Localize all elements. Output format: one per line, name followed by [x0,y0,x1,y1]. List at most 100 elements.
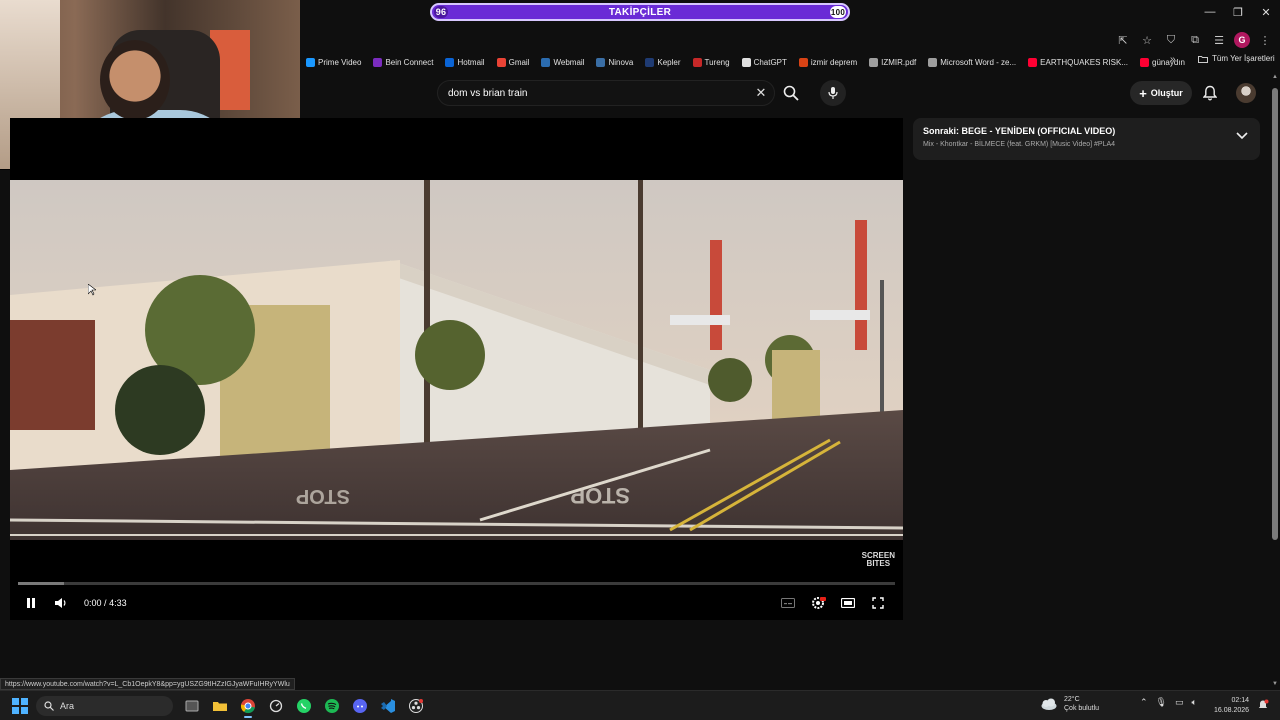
vscode-button[interactable] [376,694,400,718]
settings-button[interactable] [803,590,833,616]
chrome-icon [240,699,255,714]
youtube-account-avatar[interactable] [1236,83,1256,103]
volume-button[interactable] [46,590,76,616]
create-button[interactable]: + Oluştur [1130,81,1192,105]
voice-search-button[interactable] [820,80,846,106]
youtube-search-box[interactable]: dom vs brian train ✕ [437,80,775,106]
bookmark-favicon-icon [692,57,702,67]
time-display: 0:00 / 4:33 [84,598,127,608]
bookmark-label: Microsoft Word - ze... [940,57,1017,67]
bookmark-favicon-icon [1140,57,1150,67]
extensions-icon[interactable]: ⧉ [1186,31,1204,49]
tray-overflow-icon[interactable]: ⌃ [1140,697,1148,708]
whatsapp-button[interactable] [292,694,316,718]
weather-widget[interactable]: 22°C Çok bulutlu [1040,695,1099,713]
maximize-button[interactable]: ❐ [1224,0,1252,24]
goal-label: TAKİPÇİLER [608,6,672,18]
chevron-down-icon[interactable] [1236,132,1248,140]
bookmark-5[interactable]: Ninova [596,57,633,67]
shield-extension-icon[interactable]: ⛉ [1162,31,1180,49]
bookmark-favicon-icon [373,57,383,67]
bookmark-favicon-icon [741,57,751,67]
bookmark-6[interactable]: Kepler [645,57,681,67]
weather-temperature: 22°C [1064,696,1080,703]
microphone-icon[interactable]: 🎙︎ [1156,697,1167,708]
bookmark-label: Tureng [704,57,730,67]
search-input[interactable]: dom vs brian train [448,88,748,99]
taskbar-search[interactable]: Ara [36,696,173,716]
bookmark-7[interactable]: Tureng [692,57,730,67]
chrome-button[interactable] [236,694,260,718]
bookmark-12[interactable]: EARTHQUAKES RISK... [1028,57,1129,67]
task-view-button[interactable] [180,694,204,718]
taskbar-clock[interactable]: 02:14 16.08.2026 [1214,696,1249,716]
windows-logo-tile [21,698,28,705]
bookmark-10[interactable]: IZMIR.pdf [869,57,917,67]
video-player[interactable]: STOP STOP SCREEN BITES 0:00 / 4:33 [10,118,903,620]
speedometer-app-button[interactable] [264,694,288,718]
theater-mode-button[interactable] [833,590,863,616]
folder-icon [1198,55,1208,63]
clock-date: 16.08.2026 [1214,707,1250,714]
cast-icon[interactable]: ⇱ [1114,31,1132,49]
bookmark-1[interactable]: Bein Connect [373,57,433,67]
tab-search-icon[interactable]: ☰ [1210,31,1228,49]
svg-text:STOP: STOP [296,485,350,507]
player-controls: 0:00 / 4:33 [10,590,903,616]
bookmark-label: EARTHQUAKES RISK... [1040,57,1129,67]
bookmark-4[interactable]: Webmail [541,57,584,67]
pause-icon [27,598,35,608]
spotify-button[interactable] [320,694,344,718]
bookmark-star-icon[interactable]: ☆ [1138,31,1156,49]
volume-icon[interactable]: 🔈︎ [1192,697,1197,708]
follower-goal-bar: 96 TAKİPÇİLER 100 [430,3,850,21]
video-frame[interactable]: STOP STOP [10,180,903,558]
bookmark-label: Kepler [657,57,681,67]
webcam-person-head [100,40,170,120]
bookmark-8[interactable]: ChatGPT [741,57,787,67]
obs-icon [409,699,423,713]
fullscreen-button[interactable] [863,590,893,616]
screen: 96 TAKİPÇİLER 100 — ❐ ✕ ⇱ ☆ ⛉ ⧉ ☰ G ⋮ Pr… [0,0,1280,720]
bookmark-13[interactable]: günaydın [1140,57,1185,67]
scroll-down-arrow-icon[interactable]: ▼ [1272,681,1278,687]
clear-search-icon[interactable]: ✕ [748,85,774,101]
bookmark-3[interactable]: Gmail [496,57,529,67]
all-bookmarks-folder[interactable]: Tüm Yer İşaretleri [1198,54,1275,63]
scroll-up-arrow-icon[interactable]: ▲ [1272,74,1278,80]
scrollbar-thumb[interactable] [1272,88,1278,540]
gear-icon [812,597,826,609]
time-current: 0:00 [84,598,102,608]
bookmark-favicon-icon [928,57,938,67]
bookmark-label: IZMIR.pdf [881,57,917,67]
bookmark-0[interactable]: Prime Video [306,57,361,67]
search-button[interactable] [778,80,804,106]
time-total: 4:33 [109,598,127,608]
bookmark-favicon-icon [496,57,506,67]
bookmark-2[interactable]: Hotmail [445,57,485,67]
windows-logo-tile [21,707,28,714]
start-button[interactable] [12,698,28,714]
obs-button[interactable] [404,694,428,718]
browser-menu-icon[interactable]: ⋮ [1256,31,1274,49]
video-scene-image: STOP STOP [10,180,903,558]
video-progress-bar[interactable] [18,582,895,585]
more-bookmarks-button[interactable]: » [1170,54,1176,65]
notification-bell-icon[interactable] [1257,699,1269,711]
close-window-button[interactable]: ✕ [1252,0,1280,24]
bookmark-9[interactable]: izmir deprem [798,57,857,67]
minimize-button[interactable]: — [1196,0,1224,24]
pause-button[interactable] [16,590,46,616]
weather-description: Çok bulutlu [1064,705,1100,712]
bookmark-favicon-icon [306,57,315,67]
goal-current: 96 [434,6,448,18]
bookmark-11[interactable]: Microsoft Word - ze... [928,57,1017,67]
notifications-button[interactable] [1200,83,1220,103]
subtitles-button[interactable] [773,590,803,616]
profile-avatar[interactable]: G [1234,32,1250,48]
file-explorer-button[interactable] [208,694,232,718]
plus-icon: + [1139,85,1147,101]
up-next-card[interactable]: Sonraki: BEGE - YENİDEN (OFFICIAL VIDEO)… [913,118,1260,160]
discord-button[interactable] [348,694,372,718]
network-icon[interactable]: ▭ [1175,697,1184,708]
